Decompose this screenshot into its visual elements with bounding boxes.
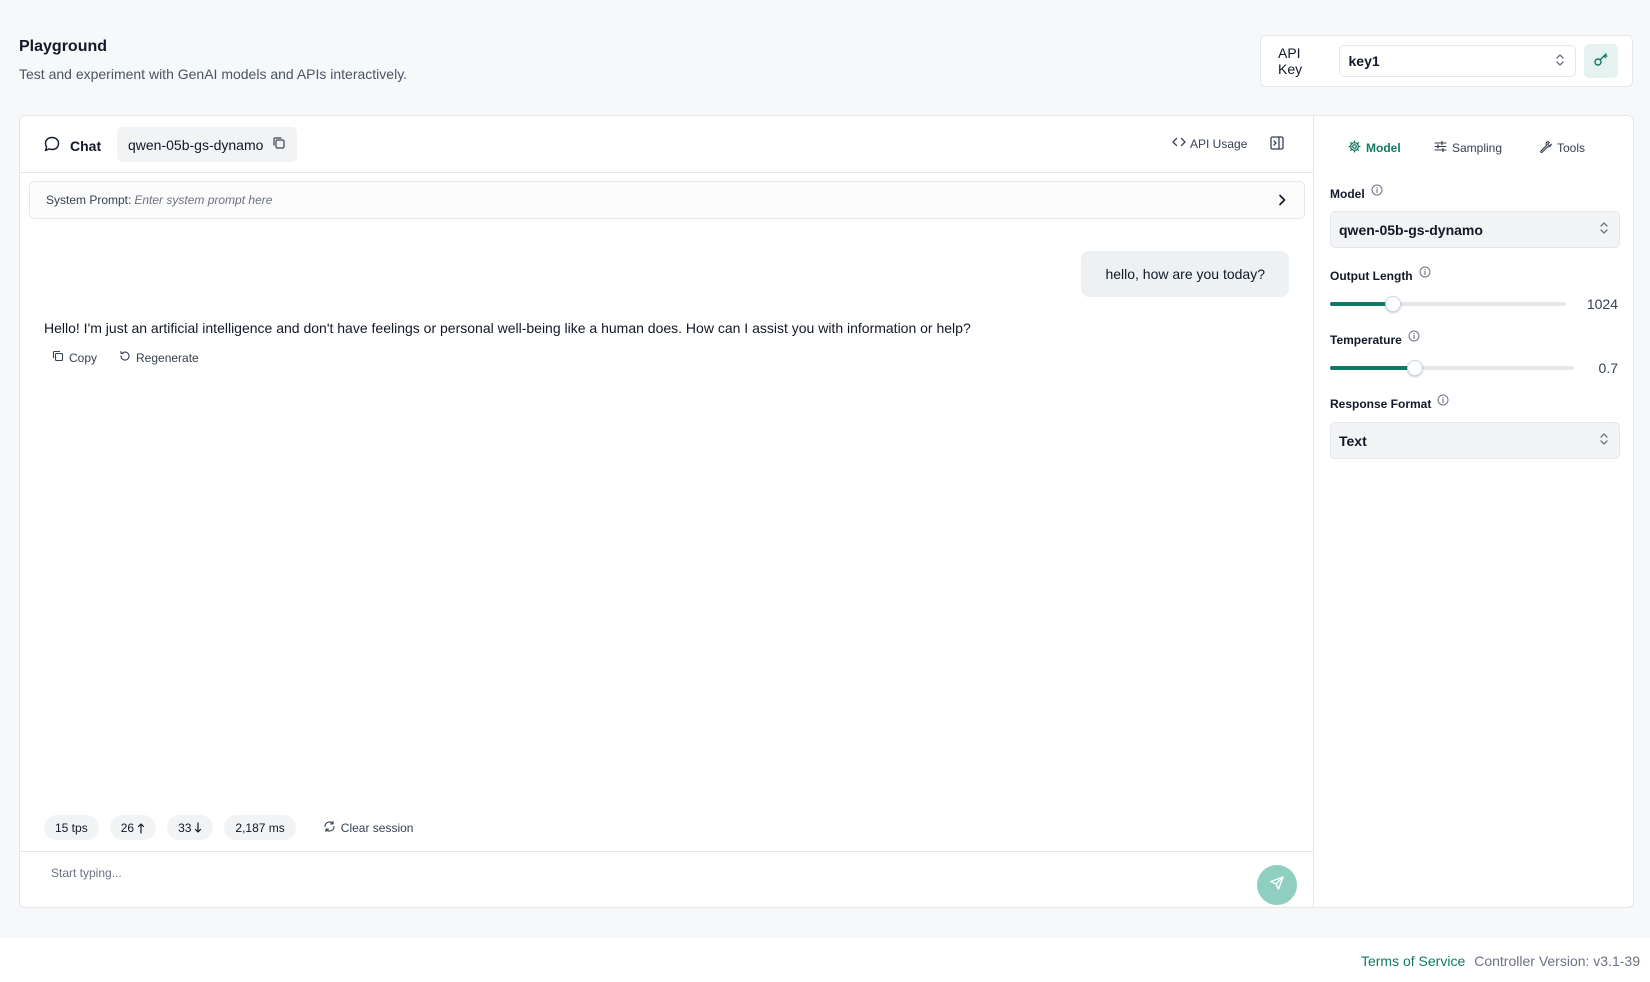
tab-tools-label: Tools [1557,141,1586,155]
chat-toolbar: Chat qwen-05b-gs-dynamo API Usage [20,116,1313,173]
manage-keys-button[interactable] [1584,44,1619,78]
latency-value: 2,187 ms [235,820,285,835]
chat-bubble-icon [43,135,70,156]
key-icon [1593,51,1609,72]
temperature-value: 0.7 [1598,360,1618,376]
send-button[interactable] [1257,865,1297,905]
regenerate-label: Regenerate [136,350,199,365]
input-tokens-badge: 26 [109,815,157,840]
temperature-label: Temperature [1330,333,1402,347]
model-chip: qwen-05b-gs-dynamo [117,127,298,162]
output-length-field-label: Output Length [1330,266,1431,283]
arrow-down-icon [194,821,202,834]
system-prompt-bar[interactable]: System Prompt: Enter system prompt here [29,181,1305,219]
api-key-label: API Key [1278,45,1303,77]
user-message: hello, how are you today? [1081,251,1289,297]
api-usage-label: API Usage [1190,136,1248,151]
session-stats: 15 tps 26 33 2,187 ms Clear session [44,815,413,840]
settings-panel: Model Sampling Tools Model qwen-05b-gs-d… [1314,116,1633,907]
message-input[interactable] [51,866,1151,880]
api-key-card: API Key key1 [1260,35,1633,87]
gear-icon [1348,140,1366,156]
tab-sampling-label: Sampling [1452,141,1503,155]
page-title: Playground [19,38,108,55]
slider-thumb[interactable] [1384,296,1401,312]
controller-version: Controller Version: v3.1-39 [1474,953,1640,969]
response-format-label: Response Format [1330,397,1432,411]
wrench-icon [1539,140,1557,156]
slider-thumb[interactable] [1407,360,1424,376]
tab-tools[interactable]: Tools [1539,140,1585,156]
copy-message-button[interactable]: Copy [52,350,97,365]
info-icon[interactable] [1408,330,1420,345]
output-length-slider[interactable] [1330,296,1566,312]
temperature-slider[interactable] [1330,360,1574,376]
refresh-cw-icon [323,820,341,836]
refresh-icon [119,350,136,365]
output-length-label: Output Length [1330,269,1413,283]
model-select-value: qwen-05b-gs-dynamo [1339,221,1483,238]
model-select[interactable]: qwen-05b-gs-dynamo [1330,211,1620,248]
model-field-label: Model [1330,184,1383,201]
send-icon [1269,875,1285,896]
copy-icon [52,350,69,365]
response-format-select[interactable]: Text [1330,422,1620,459]
assistant-message: Hello! I'm just an artificial intelligen… [44,320,971,336]
message-actions: Copy Regenerate [52,350,221,365]
tab-chat[interactable]: Chat [43,135,101,156]
copy-label: Copy [69,350,98,365]
response-format-field-label: Response Format [1330,394,1449,411]
chevrons-up-down-icon [1599,221,1609,238]
clear-session-label: Clear session [340,820,414,835]
api-key-selected-value: key1 [1348,53,1380,69]
page-subtitle: Test and experiment with GenAI models an… [19,66,408,82]
latency-badge: 2,187 ms [224,815,296,840]
page-footer: Terms of Service Controller Version: v3.… [0,938,1650,982]
panel-right-icon [1269,136,1285,155]
arrow-up-icon [137,822,145,834]
temperature-field-label: Temperature [1330,330,1420,347]
tab-model[interactable]: Model [1348,140,1401,156]
tab-chat-label: Chat [70,137,102,154]
tps-badge: 15 tps [44,815,99,840]
toggle-settings-panel-button[interactable] [1269,135,1285,156]
info-icon[interactable] [1371,184,1383,199]
tab-sampling[interactable]: Sampling [1434,140,1502,156]
chat-panel: Chat qwen-05b-gs-dynamo API Usage System… [20,116,1314,907]
slider-fill [1330,366,1416,370]
response-format-value: Text [1339,432,1367,449]
message-composer [20,851,1313,907]
output-length-value: 1024 [1586,296,1618,312]
info-icon[interactable] [1419,266,1431,281]
clear-session-button[interactable]: Clear session [323,820,414,836]
terms-of-service-link[interactable]: Terms of Service [1361,953,1465,969]
page-header: Playground Test and experiment with GenA… [19,38,407,82]
output-tokens-value: 33 [178,820,192,835]
output-tokens-badge: 33 [167,815,214,840]
api-key-select[interactable]: key1 [1338,45,1577,77]
playground-card: Chat qwen-05b-gs-dynamo API Usage System… [19,115,1634,908]
info-icon[interactable] [1437,394,1449,409]
tps-value: 15 tps [55,820,88,835]
tab-model-label: Model [1366,141,1401,155]
regenerate-button[interactable]: Regenerate [119,350,199,365]
sliders-icon [1434,140,1452,156]
system-prompt-label: System Prompt: [46,193,132,207]
code-icon [1172,136,1190,151]
model-label: Model [1330,187,1365,201]
slider-fill [1330,302,1393,306]
input-tokens-value: 26 [120,820,135,835]
system-prompt-placeholder: Enter system prompt here [134,193,273,207]
chevron-right-icon[interactable] [1276,193,1288,210]
chevrons-up-down-icon [1599,432,1609,449]
api-usage-button[interactable]: API Usage [1172,136,1247,151]
copy-model-icon[interactable] [263,136,286,153]
model-chip-label: qwen-05b-gs-dynamo [128,136,264,153]
chevrons-up-down-icon [1555,53,1565,70]
